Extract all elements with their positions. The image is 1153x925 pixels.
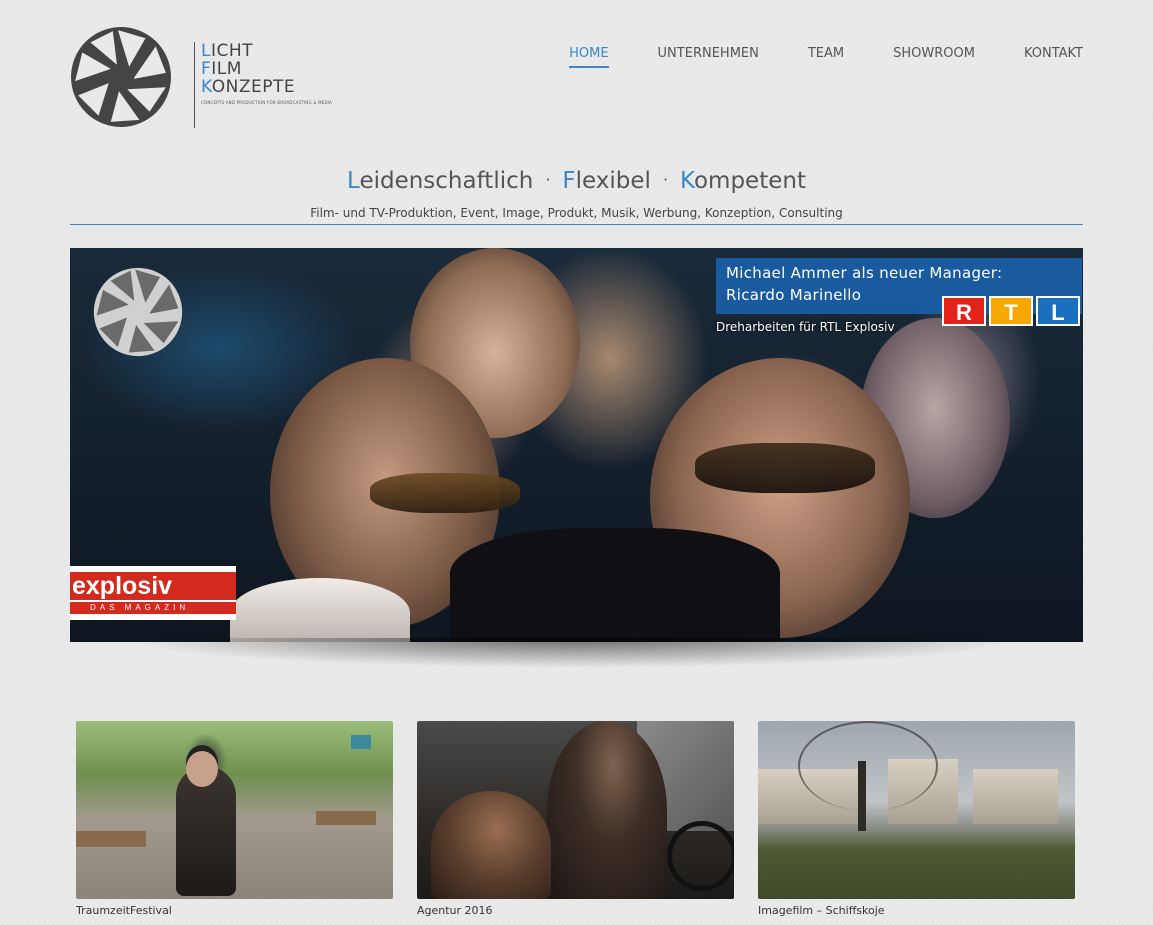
logo-line-3: KONZEPTE [201,77,296,97]
photo-person-head [186,751,218,787]
thumbnail-card[interactable]: Imagefilm – Schiffskoje [758,721,1075,917]
hero-shadow [120,638,1025,668]
nav-kontakt[interactable]: KONTAKT [1024,46,1083,68]
separator-dot: · [545,170,551,189]
hero-photo-suit [450,528,780,642]
photo-tree-trunk [858,761,866,831]
thumbnail-image[interactable] [76,721,393,899]
thumbnail-image[interactable] [417,721,734,899]
aperture-icon [93,267,183,357]
photo-steering-wheel [667,821,734,891]
thumbnail-caption[interactable]: Imagefilm – Schiffskoje [758,904,1075,917]
photo-tree [798,721,938,811]
logo-subtitle: CONCEPTS AND PRODUCTION FOR BROADCASTING… [201,100,333,105]
hero-photo-glasses [695,443,875,493]
services-subline: Film- und TV-Produktion, Event, Image, P… [310,206,843,220]
thumbnail-image[interactable] [758,721,1075,899]
photo-person [547,721,667,899]
site-header: LICHT FILM KONZEPTE CONCEPTS AND PRODUCT… [0,0,1153,140]
main-nav: HOME UNTERNEHMEN TEAM SHOWROOM KONTAKT [520,46,1083,68]
thumbnail-card[interactable]: TraumzeitFestival [76,721,393,917]
aperture-icon [71,27,171,127]
thumbnail-card[interactable]: Agentur 2016 [417,721,734,917]
nav-team[interactable]: TEAM [808,46,844,68]
logo-wordmark: LICHT FILM KONZEPTE CONCEPTS AND PRODUCT… [194,42,332,128]
thumbnail-caption[interactable]: Agentur 2016 [417,904,734,917]
photo-bench [76,831,146,847]
site-logo[interactable]: LICHT FILM KONZEPTE CONCEPTS AND PRODUCT… [70,26,332,128]
explosiv-logo: explosiv DAS MAGAZIN [70,566,236,620]
rtl-logo: RTL [942,296,1080,326]
nav-home[interactable]: HOME [569,46,609,68]
logo-line-2: FILM [201,59,242,79]
hero-photo-collar [230,578,410,642]
nav-unternehmen[interactable]: UNTERNEHMEN [658,46,759,68]
hero-slider[interactable]: Michael Ammer als neuer Manager: Ricardo… [70,248,1083,642]
thumbnail-caption[interactable]: TraumzeitFestival [76,904,393,917]
photo-building [973,769,1058,824]
tagline: Leidenschaftlich · Flexibel · Kompetent [347,168,806,194]
separator-dot: · [662,170,669,189]
divider [70,224,1083,225]
nav-showroom[interactable]: SHOWROOM [893,46,975,68]
logo-line-1: LICHT [201,41,254,61]
news-subtitle: Dreharbeiten für RTL Explosiv [716,320,895,334]
photo-person [431,791,551,899]
news-headline-line-1: Michael Ammer als neuer Manager: [726,264,1003,282]
photo-sign [351,735,371,749]
photo-bench [316,811,376,825]
hero-photo-glasses [370,473,520,513]
